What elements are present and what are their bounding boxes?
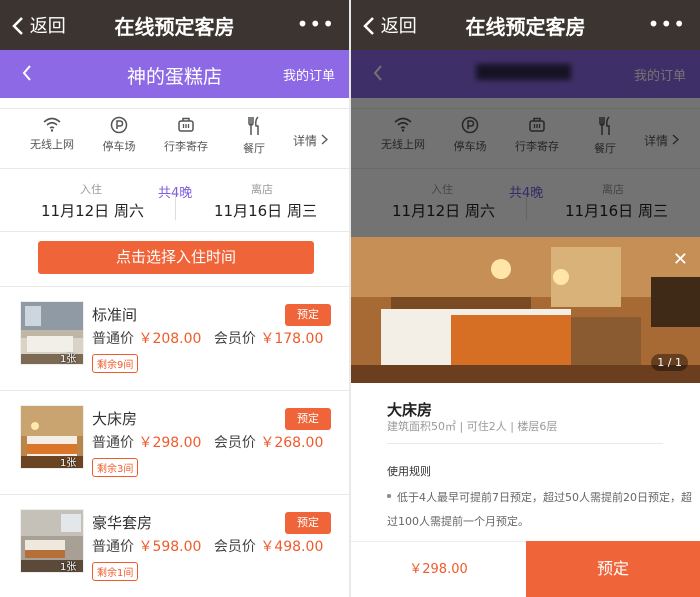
room-prices: 普通价 ￥298.00 会员价 ￥268.00 bbox=[92, 432, 331, 452]
divider bbox=[0, 494, 349, 495]
shop-header: 神的蛋糕店 我的订单 bbox=[0, 50, 349, 98]
room-detail-screen: 返回 在线预定客房 ••• 我的订单 无线上网 停车场 行李寄存 餐厅 详情 入… bbox=[351, 0, 700, 597]
member-price: ￥498.00 bbox=[260, 539, 324, 555]
detail-label: 详情 bbox=[293, 134, 318, 148]
normal-price: ￥598.00 bbox=[138, 539, 202, 555]
member-price-label: 会员价 bbox=[213, 539, 256, 555]
rules-title: 使用规则 bbox=[387, 465, 431, 478]
room-photo bbox=[351, 237, 700, 383]
book-button[interactable]: 预定 bbox=[285, 512, 331, 534]
normal-price-label: 普通价 bbox=[92, 539, 134, 555]
normal-price-label: 普通价 bbox=[92, 435, 134, 451]
rules-text: 低于4人最早可提前7日预定，超过50人需提前20日预定，超过100人需提前一个月… bbox=[387, 491, 692, 528]
chevron-right-icon bbox=[321, 134, 328, 145]
checkout-label: 离店 bbox=[251, 183, 273, 196]
luggage-icon bbox=[178, 117, 194, 132]
back-button[interactable]: 返回 bbox=[363, 12, 417, 38]
room-prices: 普通价 ￥208.00 会员价 ￥178.00 bbox=[92, 328, 331, 348]
amenity-restaurant: 餐厅 bbox=[224, 116, 284, 156]
remaining-badge: 剩余3间 bbox=[92, 458, 139, 477]
photo-page-indicator: 1 / 1 bbox=[651, 354, 688, 371]
amenity-label: 餐厅 bbox=[243, 142, 265, 155]
room-name: 豪华套房 bbox=[92, 514, 153, 532]
bed-count: 1张 bbox=[60, 458, 77, 469]
book-button[interactable]: 预定 bbox=[285, 408, 331, 430]
amenity-label: 行李寄存 bbox=[164, 140, 208, 153]
amenity-label: 无线上网 bbox=[30, 138, 74, 151]
footer-price: ￥298.00 bbox=[351, 541, 526, 597]
normal-price: ￥208.00 bbox=[138, 331, 202, 347]
back-label: 返回 bbox=[380, 16, 417, 37]
member-price: ￥178.00 bbox=[260, 331, 324, 347]
book-now-button[interactable]: 预定 bbox=[526, 541, 700, 597]
divider bbox=[0, 390, 349, 391]
divider bbox=[387, 443, 663, 444]
back-button[interactable]: 返回 bbox=[12, 12, 66, 38]
normal-price: ￥298.00 bbox=[138, 435, 202, 451]
member-price: ￥268.00 bbox=[260, 435, 324, 451]
room-list-screen: 返回 在线预定客房 ••• 神的蛋糕店 我的订单 无线上网 停车场 行李寄存 餐… bbox=[0, 0, 349, 597]
modal-backdrop[interactable] bbox=[351, 50, 700, 237]
amenity-label: 停车场 bbox=[102, 140, 136, 153]
rules-text-block: 低于4人最早可提前7日预定，超过50人需提前20日预定，超过100人需提前一个月… bbox=[387, 486, 692, 534]
amenity-luggage: 行李寄存 bbox=[156, 116, 216, 154]
top-bar: 返回 在线预定客房 ••• bbox=[351, 0, 700, 50]
select-checkin-button[interactable]: 点击选择入住时间 bbox=[38, 241, 314, 274]
room-prices: 普通价 ￥598.00 会员价 ￥498.00 bbox=[92, 536, 331, 556]
room-item-king[interactable]: 1张 大床房 普通价 ￥298.00 会员价 ￥268.00 剩余3间 预定 bbox=[0, 392, 349, 496]
restaurant-icon bbox=[248, 116, 259, 135]
bullet-icon bbox=[387, 494, 391, 498]
room-name: 大床房 bbox=[92, 410, 138, 428]
chevron-left-icon bbox=[12, 17, 23, 35]
room-detail-info: 建筑面积50㎡ | 可住2人 | 楼层6层 bbox=[387, 420, 558, 433]
remaining-badge: 剩余9间 bbox=[92, 354, 139, 373]
back-label: 返回 bbox=[29, 16, 66, 37]
close-icon[interactable]: ✕ bbox=[673, 249, 688, 270]
member-price-label: 会员价 bbox=[213, 331, 256, 347]
room-item-deluxe-suite[interactable]: 1张 豪华套房 普通价 ￥598.00 会员价 ￥498.00 剩余1间 预定 bbox=[0, 496, 349, 597]
normal-price-label: 普通价 bbox=[92, 331, 134, 347]
date-separator bbox=[175, 196, 176, 220]
top-bar: 返回 在线预定客房 ••• bbox=[0, 0, 349, 50]
remaining-badge: 剩余1间 bbox=[92, 562, 139, 581]
book-button[interactable]: 预定 bbox=[285, 304, 331, 326]
room-item-standard[interactable]: 1张 标准间 普通价 ￥208.00 会员价 ￥178.00 剩余9间 预定 bbox=[0, 288, 349, 392]
checkin-date[interactable]: 11月12日 周六 bbox=[41, 200, 144, 221]
checkin-label: 入住 bbox=[80, 183, 102, 196]
room-photo-viewer[interactable]: ✕ 1 / 1 bbox=[351, 237, 700, 383]
room-name: 标准间 bbox=[92, 306, 138, 324]
amenity-wifi: 无线上网 bbox=[22, 116, 82, 152]
bed-count: 1张 bbox=[60, 354, 77, 365]
room-detail-name: 大床房 bbox=[387, 401, 433, 419]
chevron-left-icon bbox=[363, 17, 374, 35]
checkout-date[interactable]: 11月16日 周三 bbox=[214, 200, 317, 221]
parking-icon bbox=[110, 116, 128, 134]
member-price-label: 会员价 bbox=[213, 435, 256, 451]
my-orders-link[interactable]: 我的订单 bbox=[283, 65, 335, 84]
divider bbox=[0, 168, 349, 169]
detail-link[interactable]: 详情 bbox=[293, 132, 328, 149]
more-icon[interactable]: ••• bbox=[648, 12, 686, 36]
divider bbox=[0, 286, 349, 287]
amenity-parking: 停车场 bbox=[89, 116, 149, 154]
more-icon[interactable]: ••• bbox=[297, 12, 335, 36]
divider bbox=[0, 231, 349, 232]
divider bbox=[0, 108, 349, 109]
wifi-icon bbox=[43, 117, 61, 132]
bed-count: 1张 bbox=[60, 562, 77, 573]
